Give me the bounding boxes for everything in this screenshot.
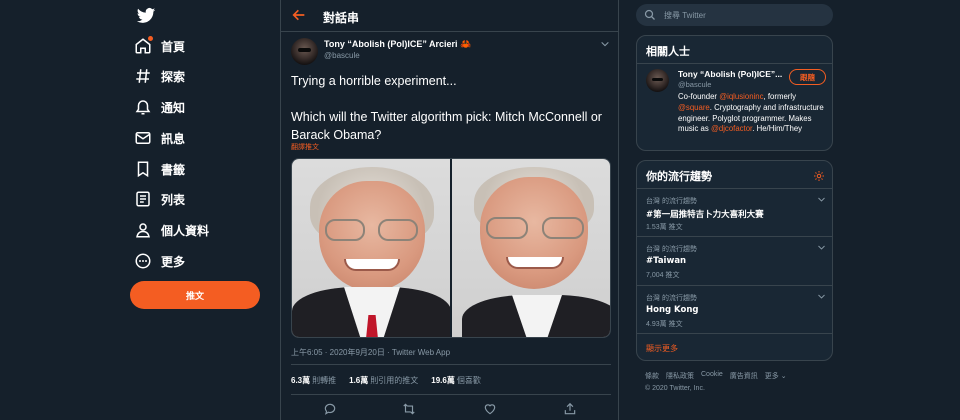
bookmark-icon xyxy=(134,160,152,178)
like-icon[interactable] xyxy=(483,402,497,416)
thread-header: 對話串 xyxy=(281,0,619,32)
search-input[interactable]: 搜尋 Twitter xyxy=(636,4,833,26)
mention-link[interactable]: @iqlusioninc xyxy=(719,92,763,101)
share-icon[interactable] xyxy=(563,402,577,416)
nav-label-profile: 個人資料 xyxy=(161,223,210,238)
mention-link[interactable]: @djcofactor xyxy=(711,124,752,133)
chevron-down-icon[interactable] xyxy=(817,195,826,204)
thread-column: 對話串 Tony “Abolish (Pol)ICE” Arcieri 🦀 @b… xyxy=(280,0,619,420)
nav-label-bookmarks: 書籤 xyxy=(161,162,186,177)
footer-link[interactable]: 更多 ⌄ xyxy=(765,371,787,381)
show-more-link[interactable]: 顯示更多 xyxy=(637,333,833,361)
author-handle[interactable]: @bascule xyxy=(324,51,360,60)
nav-item-bookmarks[interactable]: 書籤 xyxy=(134,155,185,183)
trends-card: 你的流行趨勢 台灣 的流行趨勢 #第一屆推特吉卜力大喜利大賽 1.53萬 推文 … xyxy=(636,160,833,361)
nav-item-lists[interactable]: 列表 xyxy=(134,185,185,213)
nav-item-messages[interactable]: 訊息 xyxy=(134,124,185,152)
chevron-down-icon[interactable] xyxy=(817,292,826,301)
hashtag-icon xyxy=(134,67,152,85)
gear-icon[interactable] xyxy=(813,170,825,182)
twitter-logo-icon[interactable] xyxy=(136,6,156,26)
nav-label-lists: 列表 xyxy=(161,192,186,207)
nav-item-notifications[interactable]: 通知 xyxy=(134,93,185,121)
trends-title: 你的流行趨勢 xyxy=(646,170,712,183)
home-icon xyxy=(134,36,153,55)
photo-right[interactable] xyxy=(452,159,610,337)
author-name[interactable]: Tony “Abolish (Pol)ICE” Arcieri 🦀 xyxy=(324,39,471,50)
crab-emoji: 🦀 xyxy=(460,39,472,49)
divider xyxy=(291,364,611,365)
trend-item[interactable]: 台灣 的流行趨勢 #Taiwan 7,004 推文 xyxy=(637,236,833,287)
tweet-button[interactable]: 推文 xyxy=(130,281,260,309)
nav-item-more[interactable]: 更多 xyxy=(134,247,185,275)
retweet-icon[interactable] xyxy=(402,402,416,416)
list-icon xyxy=(134,190,152,208)
nav-item-profile[interactable]: 個人資料 xyxy=(134,216,209,244)
author-name-text: Tony “Abolish (Pol)ICE” Arcieri xyxy=(324,39,458,49)
nav-label-notifications: 通知 xyxy=(161,100,186,115)
person-icon xyxy=(134,221,152,239)
right-sidebar: 搜尋 Twitter 相關人士 Tony “Abolish (Pol)ICE”.… xyxy=(636,0,834,420)
translate-tweet-link[interactable]: 翻譯推文 xyxy=(291,142,319,152)
divider xyxy=(291,394,611,395)
divider xyxy=(637,63,833,64)
related-bio: Co-founder @iqlusioninc, formerly @squar… xyxy=(678,92,824,134)
nav-label-home: 首頁 xyxy=(161,39,186,54)
copyright: © 2020 Twitter, Inc. xyxy=(645,385,705,392)
trend-item[interactable]: 台灣 的流行趨勢 Hong Kong 4.93萬 推文 xyxy=(637,285,833,336)
footer-links: 條款 隱私政策 Cookie 廣告資訊 更多 ⌄ xyxy=(645,371,787,381)
mention-link[interactable]: @square xyxy=(678,103,710,112)
nav-item-home[interactable]: 首頁 xyxy=(134,32,185,60)
tweet-media[interactable] xyxy=(291,158,611,338)
related-handle[interactable]: @bascule xyxy=(678,80,711,89)
page-title: 對話串 xyxy=(323,11,360,25)
back-arrow-icon[interactable] xyxy=(291,7,307,23)
more-icon xyxy=(134,252,152,270)
related-title: 相關人士 xyxy=(646,45,690,58)
related-avatar[interactable] xyxy=(646,69,669,92)
mail-icon xyxy=(134,129,152,147)
trend-item[interactable]: 台灣 的流行趨勢 #第一屆推特吉卜力大喜利大賽 1.53萬 推文 xyxy=(637,188,833,239)
author-avatar[interactable] xyxy=(291,38,318,65)
nav-label-explore: 探索 xyxy=(161,69,186,84)
search-placeholder: 搜尋 Twitter xyxy=(664,10,706,20)
footer-link[interactable]: Cookie xyxy=(701,371,723,381)
reply-icon[interactable] xyxy=(323,402,337,416)
nav-label-messages: 訊息 xyxy=(161,131,186,146)
tweet-menu-chevron-icon[interactable] xyxy=(600,39,610,49)
photo-left[interactable] xyxy=(292,159,450,337)
chevron-down-icon[interactable] xyxy=(817,243,826,252)
footer-link[interactable]: 廣告資訊 xyxy=(730,371,758,381)
footer-link[interactable]: 條款 xyxy=(645,371,659,381)
tweet-text: Trying a horrible experiment... Which wi… xyxy=(291,74,602,142)
retweet-count[interactable]: 6.3萬 則轉推 xyxy=(291,375,336,386)
tweet-timestamp[interactable]: 上午6:05 · 2020年9月20日 · Twitter Web App xyxy=(291,347,450,358)
left-nav: 首頁 探索 通知 訊息 書籤 列表 個人資料 更多 推文 xyxy=(124,0,274,420)
notification-dot xyxy=(148,36,153,41)
like-count[interactable]: 19.6萬 個喜歡 xyxy=(431,375,481,386)
nav-label-more: 更多 xyxy=(161,254,186,269)
app: 首頁 探索 通知 訊息 書籤 列表 個人資料 更多 推文 對話串 Tony “A… xyxy=(0,0,960,420)
quote-count[interactable]: 1.6萬 則引用的推文 xyxy=(349,375,418,386)
search-icon xyxy=(644,9,656,21)
nav-item-explore[interactable]: 探索 xyxy=(134,62,185,90)
footer-link[interactable]: 隱私政策 xyxy=(666,371,694,381)
tweet-stats: 6.3萬 則轉推 1.6萬 則引用的推文 19.6萬 個喜歡 xyxy=(291,375,481,386)
follow-button[interactable]: 跟隨 xyxy=(789,69,826,85)
related-name[interactable]: Tony “Abolish (Pol)ICE”... xyxy=(678,69,788,79)
bell-icon xyxy=(134,98,152,116)
